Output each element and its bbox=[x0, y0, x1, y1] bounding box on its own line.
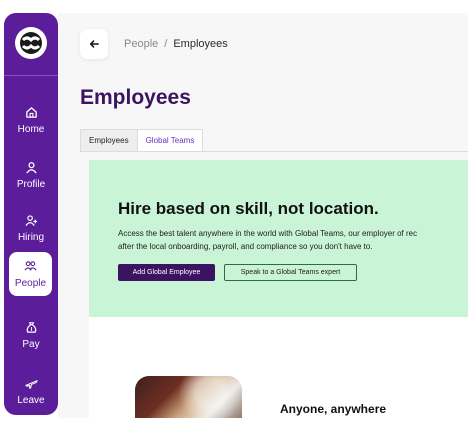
sidebar-item-label: People bbox=[14, 277, 47, 289]
tab-divider bbox=[80, 151, 468, 152]
tab-global-teams[interactable]: Global Teams bbox=[137, 129, 204, 152]
user-icon bbox=[25, 161, 37, 173]
hero-description-line: Access the best talent anywhere in the w… bbox=[118, 229, 418, 238]
sidebar-item-profile[interactable]: Profile bbox=[4, 153, 58, 197]
sidebar-item-home[interactable]: Home bbox=[4, 98, 58, 142]
hero-title: Hire based on skill, not location. bbox=[118, 199, 379, 218]
sidebar-item-people[interactable]: People bbox=[9, 252, 52, 296]
sidebar-item-label: Home bbox=[17, 123, 45, 135]
airplane-icon bbox=[24, 379, 38, 389]
home-icon bbox=[25, 106, 37, 118]
global-teams-logo[interactable] bbox=[14, 26, 48, 60]
sidebar-item-hiring[interactable]: Hiring bbox=[4, 206, 58, 250]
feature-title: Anyone, anywhere bbox=[280, 402, 387, 416]
sidebar: Home Profile Hiring People Pay Leave bbox=[4, 13, 58, 415]
feature-photo bbox=[135, 376, 242, 418]
breadcrumb-separator: / bbox=[164, 38, 168, 50]
breadcrumb: People / Employees bbox=[124, 38, 228, 50]
sidebar-item-label: Pay bbox=[22, 338, 40, 350]
breadcrumb-employees: Employees bbox=[173, 38, 228, 50]
money-bag-icon bbox=[26, 321, 36, 333]
breadcrumb-people[interactable]: People bbox=[124, 38, 158, 50]
sidebar-item-label: Hiring bbox=[17, 231, 45, 243]
sidebar-item-label: Leave bbox=[17, 394, 45, 406]
speak-to-expert-button[interactable]: Speak to a Global Teams expert bbox=[224, 264, 357, 281]
hero-description: Access the best talent anywhere in the w… bbox=[118, 227, 468, 253]
add-global-employee-button[interactable]: Add Global Employee bbox=[118, 264, 215, 281]
page-title: Employees bbox=[80, 86, 191, 109]
arrow-left-icon bbox=[89, 40, 99, 48]
hero-description-line: after the local onboarding, payroll, and… bbox=[118, 242, 373, 251]
sidebar-item-label: Profile bbox=[16, 178, 46, 190]
back-button[interactable] bbox=[80, 29, 108, 59]
user-add-icon bbox=[24, 214, 37, 226]
people-icon bbox=[24, 260, 37, 271]
tab-employees[interactable]: Employees bbox=[80, 129, 138, 152]
sidebar-divider bbox=[4, 75, 58, 76]
sidebar-item-pay[interactable]: Pay bbox=[4, 313, 58, 357]
sidebar-item-leave[interactable]: Leave bbox=[4, 369, 58, 413]
tab-bar: Employees Global Teams bbox=[80, 129, 204, 152]
